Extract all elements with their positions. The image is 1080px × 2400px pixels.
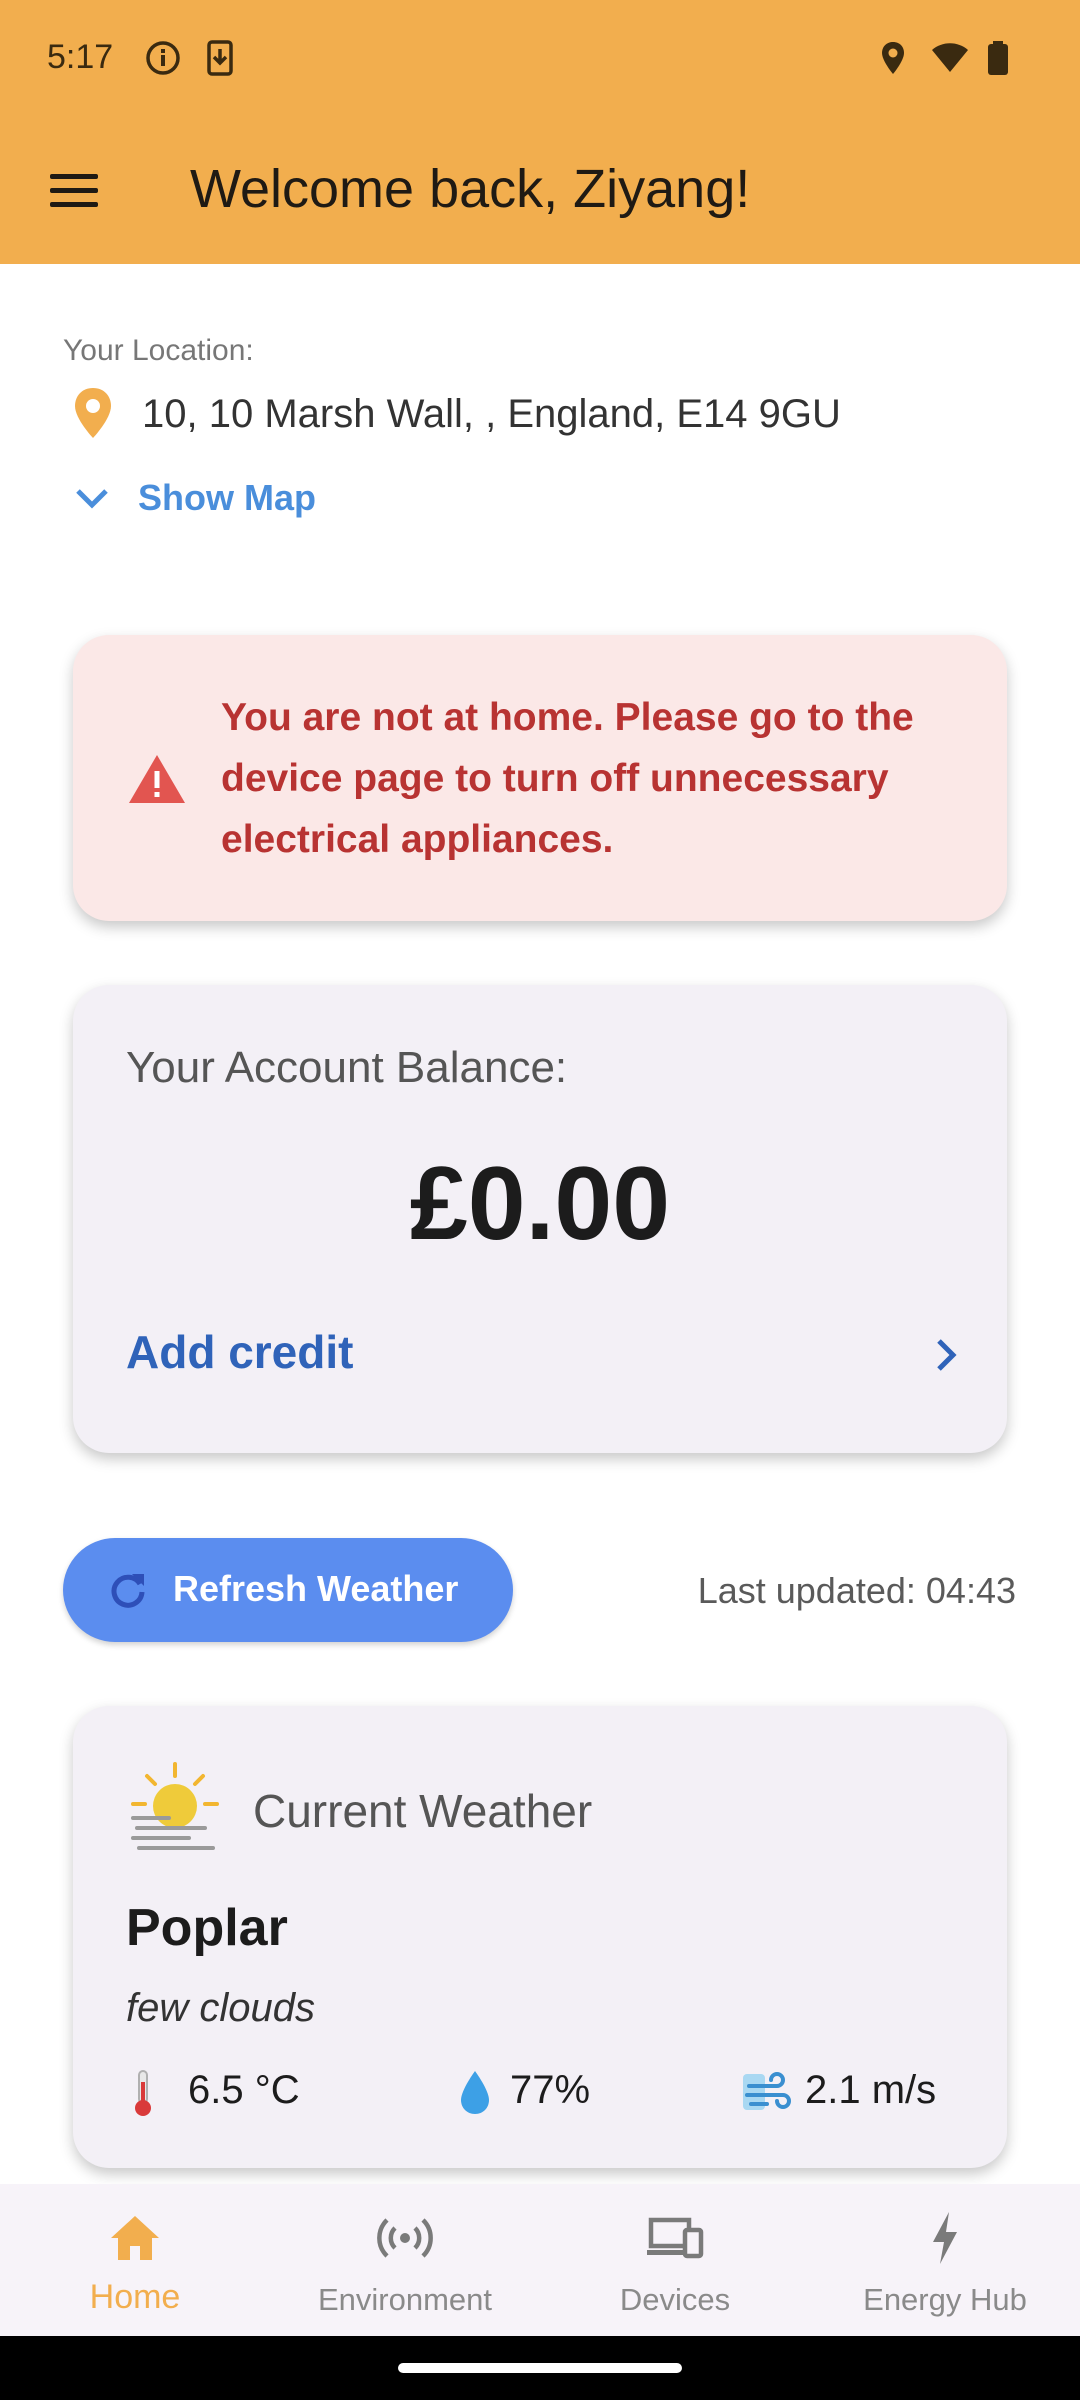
location-pin-icon bbox=[75, 388, 111, 438]
refresh-weather-label: Refresh Weather bbox=[173, 1568, 459, 1609]
nav-devices[interactable]: Devices bbox=[540, 2184, 810, 2336]
show-map-button[interactable]: Show Map bbox=[72, 474, 316, 526]
location-address: 10, 10 Marsh Wall, , England, E14 9GU bbox=[142, 392, 841, 436]
current-weather-card: Current Weather Poplar few clouds 6.5 °C… bbox=[73, 1706, 1007, 2168]
weather-description: few clouds bbox=[126, 1986, 315, 2030]
home-gesture-handle[interactable] bbox=[398, 2363, 682, 2373]
chevron-right-icon bbox=[937, 1339, 957, 1371]
weather-city: Poplar bbox=[126, 1899, 288, 1957]
download-icon bbox=[207, 40, 233, 76]
wind-value: 2.1 m/s bbox=[805, 2068, 937, 2112]
wind-icon bbox=[743, 2072, 791, 2110]
last-updated-text: Last updated: 04:43 bbox=[697, 1570, 1016, 1611]
menu-icon-bar bbox=[50, 188, 98, 193]
chevron-down-icon bbox=[76, 489, 108, 509]
account-balance-card: Your Account Balance: £0.00 Add credit bbox=[73, 985, 1007, 1453]
nav-home[interactable]: Home bbox=[0, 2184, 270, 2336]
nav-devices-label: Devices bbox=[619, 2282, 731, 2317]
menu-icon bbox=[50, 174, 98, 179]
battery-icon bbox=[988, 41, 1008, 75]
droplet-icon bbox=[461, 2071, 489, 2114]
wifi-icon bbox=[932, 43, 968, 72]
top-app-bar: 5:17 Welcome back, Ziyang! bbox=[0, 0, 1080, 264]
refresh-icon bbox=[111, 1574, 145, 1608]
balance-label: Your Account Balance: bbox=[126, 1043, 568, 1092]
nav-environment[interactable]: Environment bbox=[270, 2184, 540, 2336]
page-title: Welcome back, Ziyang! bbox=[190, 159, 751, 219]
nav-energy-hub[interactable]: Energy Hub bbox=[810, 2184, 1080, 2336]
info-icon bbox=[146, 41, 180, 75]
status-time: 5:17 bbox=[47, 38, 114, 76]
add-credit-label: Add credit bbox=[126, 1326, 354, 1378]
show-map-label: Show Map bbox=[138, 477, 316, 518]
humidity-value: 77% bbox=[510, 2068, 591, 2112]
devices-icon bbox=[647, 2217, 704, 2259]
warning-icon bbox=[129, 755, 185, 803]
nav-energy-hub-label: Energy Hub bbox=[863, 2282, 1027, 2317]
refresh-weather-button[interactable]: Refresh Weather bbox=[63, 1538, 513, 1642]
humidity-stat: 77% bbox=[458, 2062, 638, 2118]
menu-button[interactable] bbox=[40, 160, 108, 220]
temperature-stat: 6.5 °C bbox=[126, 2062, 326, 2118]
nav-home-label: Home bbox=[89, 2278, 181, 2316]
nav-environment-label: Environment bbox=[317, 2282, 493, 2317]
bottom-navigation: Home Environment Devices Energy Hub bbox=[0, 2184, 1080, 2336]
thermometer-icon bbox=[135, 2070, 151, 2116]
balance-amount: £0.00 bbox=[409, 1146, 671, 1262]
weather-title: Current Weather bbox=[253, 1785, 593, 1837]
location-icon bbox=[882, 42, 904, 74]
away-alert-card: You are not at home. Please go to the de… bbox=[73, 635, 1007, 921]
sun-fog-icon bbox=[131, 1762, 219, 1850]
bolt-icon bbox=[933, 2212, 957, 2264]
menu-icon-bar bbox=[50, 202, 98, 207]
temperature-value: 6.5 °C bbox=[188, 2068, 300, 2112]
home-icon bbox=[111, 2216, 159, 2260]
sensors-icon bbox=[377, 2218, 433, 2258]
alert-message: You are not at home. Please go to the de… bbox=[221, 696, 914, 861]
location-label: Your Location: bbox=[63, 334, 254, 367]
status-bar: 5:17 bbox=[0, 0, 1080, 120]
wind-stat: 2.1 m/s bbox=[741, 2062, 971, 2118]
add-credit-button[interactable]: Add credit bbox=[126, 1325, 966, 1385]
